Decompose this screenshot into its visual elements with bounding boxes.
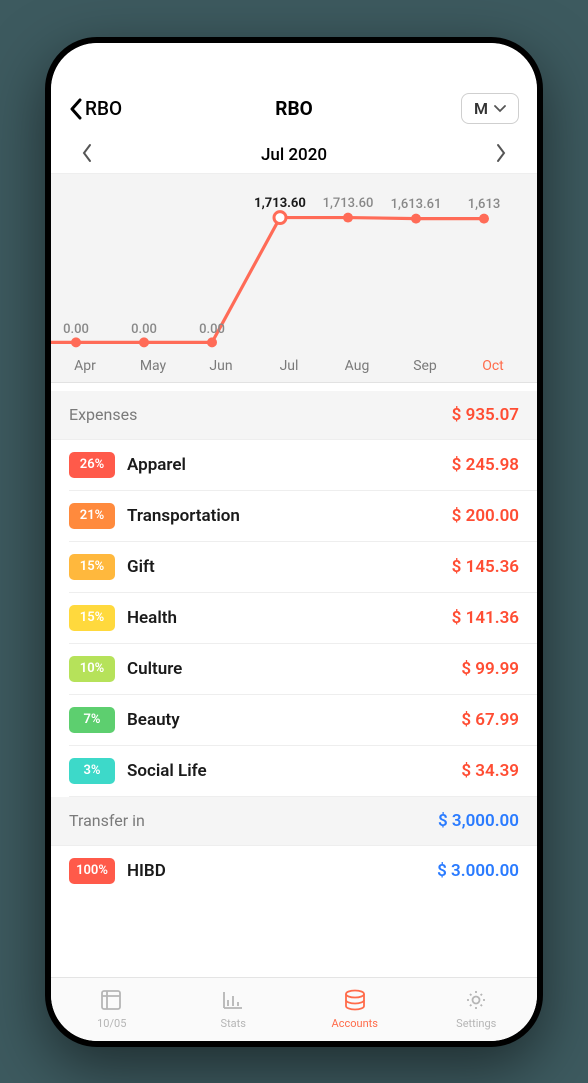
category-label: Transportation (127, 506, 440, 526)
percent-badge: 3% (69, 758, 115, 784)
chart-x-label: Oct (459, 358, 527, 374)
page-title: RBO (275, 97, 312, 120)
line-chart[interactable]: AprMayJunJulAugSepOct 0.00 0.00 0.00 1,713.… (51, 173, 537, 383)
section-name: Expenses (69, 405, 137, 424)
prev-month-button[interactable] (81, 143, 93, 167)
category-amount: $ 67.99 (461, 710, 519, 730)
tab-10-05[interactable]: 10/05 (51, 978, 173, 1041)
screen: RBO RBO M Jul 2020 AprMayJunJulAugSepOct… (51, 43, 537, 1041)
phone-frame: RBO RBO M Jul 2020 AprMayJunJulAugSepOct… (45, 37, 543, 1047)
tab-label: Stats (221, 1017, 246, 1030)
chart-x-label: Sep (391, 358, 459, 374)
tab-label: Settings (456, 1017, 496, 1030)
category-row[interactable]: 10% Culture $ 99.99 (51, 644, 537, 694)
category-amount: $ 34.39 (461, 761, 519, 781)
category-label: Beauty (127, 710, 449, 730)
tab-stats[interactable]: Stats (173, 978, 295, 1041)
category-amount: $ 145.36 (452, 557, 519, 577)
category-row[interactable]: 7% Beauty $ 67.99 (51, 695, 537, 745)
chart-point-label: 0.00 (63, 322, 89, 337)
category-row[interactable]: 3% Social Life $ 34.39 (51, 746, 537, 796)
header: RBO RBO M (51, 87, 537, 131)
category-row[interactable]: 100% HIBD $ 3.000.00 (51, 846, 537, 896)
chart-x-label: Apr (51, 358, 119, 374)
month-label: Jul 2020 (261, 145, 327, 165)
tab-settings[interactable]: Settings (416, 978, 538, 1041)
percent-badge: 15% (69, 554, 115, 580)
accounts-icon (342, 988, 368, 1015)
category-label: Social Life (127, 761, 449, 781)
chart-point-label: 0.00 (199, 322, 225, 337)
chart-x-label: Aug (323, 358, 391, 374)
category-amount: $ 3.000.00 (437, 861, 519, 881)
chevron-down-icon (494, 105, 506, 113)
category-amount: $ 245.98 (452, 455, 519, 475)
percent-badge: 26% (69, 452, 115, 478)
category-label: Apparel (127, 455, 440, 475)
percent-badge: 100% (69, 858, 115, 884)
chart-x-label: Jul (255, 358, 323, 374)
category-row[interactable]: 21% Transportation $ 200.00 (51, 491, 537, 541)
category-row[interactable]: 15% Health $ 141.36 (51, 593, 537, 643)
section-header: Transfer in $ 3,000.00 (51, 797, 537, 846)
section-header: Expenses $ 935.07 (51, 391, 537, 440)
percent-badge: 21% (69, 503, 115, 529)
chart-point-label: 1,613 (468, 197, 500, 212)
category-label: HIBD (127, 861, 425, 881)
category-label: Gift (127, 557, 440, 577)
section-total: $ 3,000.00 (438, 811, 519, 831)
period-label: M (474, 99, 488, 118)
category-amount: $ 141.36 (452, 608, 519, 628)
chart-x-label: Jun (187, 358, 255, 374)
content: AprMayJunJulAugSepOct 0.00 0.00 0.00 1,713.… (51, 173, 537, 977)
month-nav: Jul 2020 (51, 131, 537, 173)
category-row[interactable]: 26% Apparel $ 245.98 (51, 440, 537, 490)
tab-label: Accounts (332, 1017, 378, 1030)
chart-point-label: 1,613.61 (391, 197, 442, 212)
back-button[interactable]: RBO (69, 97, 122, 120)
category-label: Health (127, 608, 440, 628)
category-row[interactable]: 15% Gift $ 145.36 (51, 542, 537, 592)
stats-icon (220, 988, 246, 1015)
category-amount: $ 200.00 (452, 506, 519, 526)
back-icon (69, 98, 83, 120)
tab-accounts[interactable]: Accounts (294, 978, 416, 1041)
settings-icon (463, 988, 489, 1015)
tab-label: 10/05 (97, 1017, 126, 1030)
category-amount: $ 99.99 (461, 659, 519, 679)
chart-point-label: 1,713.60 (254, 196, 306, 211)
percent-badge: 10% (69, 656, 115, 682)
section-total: $ 935.07 (452, 405, 519, 425)
section-name: Transfer in (69, 811, 145, 830)
next-month-button[interactable] (495, 143, 507, 167)
back-label: RBO (85, 97, 122, 120)
chart-x-label: May (119, 358, 187, 374)
percent-badge: 7% (69, 707, 115, 733)
percent-badge: 15% (69, 605, 115, 631)
tabbar: 10/05 Stats Accounts Settings (51, 977, 537, 1041)
calendar-icon (99, 988, 125, 1015)
period-selector[interactable]: M (461, 93, 519, 124)
chart-point-label: 1,713.60 (323, 196, 374, 211)
category-label: Culture (127, 659, 449, 679)
chart-point-label: 0.00 (131, 322, 157, 337)
